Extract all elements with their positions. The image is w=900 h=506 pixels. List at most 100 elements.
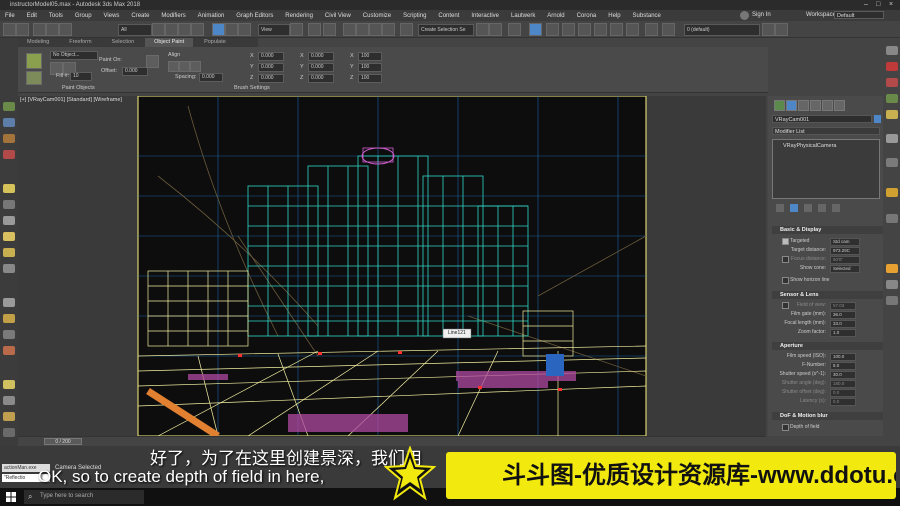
paint-object-dropdown[interactable]: No Object... xyxy=(50,51,98,60)
render-production-icon[interactable] xyxy=(645,23,658,36)
layer-icon[interactable] xyxy=(662,23,675,36)
pivot-center-icon[interactable] xyxy=(290,23,303,36)
select-rotate-icon[interactable] xyxy=(225,23,238,36)
vray-proxy-export-icon[interactable] xyxy=(886,134,898,143)
window-crossing-icon[interactable] xyxy=(191,23,204,36)
rollout-sensor-lens[interactable]: Sensor & Lens xyxy=(772,291,886,299)
modifier-list-dropdown[interactable]: Modifier List xyxy=(772,127,880,135)
viewport-label[interactable]: [+] [VRayCam001] [Standard] [Wireframe] xyxy=(20,97,122,103)
vray-sphere-icon[interactable] xyxy=(886,188,898,197)
film-gate-input[interactable]: 36.0 xyxy=(830,311,856,319)
align-icon[interactable] xyxy=(489,23,502,36)
create-sphere-icon[interactable] xyxy=(3,118,15,127)
close-icon[interactable]: × xyxy=(889,0,893,10)
depth-of-field-checkbox[interactable] xyxy=(782,424,789,431)
spacing-input[interactable]: 0.000 xyxy=(199,73,223,82)
paint-brush-icon[interactable] xyxy=(26,53,42,69)
link-icon[interactable] xyxy=(33,23,46,36)
film-speed-input[interactable]: 100.0 xyxy=(830,353,856,361)
scale-y-input[interactable]: 100 xyxy=(358,63,382,72)
vray-sun-icon[interactable] xyxy=(886,110,898,119)
rotate-x-input[interactable]: 0.000 xyxy=(258,52,284,61)
vray-fur-icon[interactable] xyxy=(3,346,15,355)
omni-light-icon[interactable] xyxy=(3,248,15,257)
fov-input[interactable]: 57.03 xyxy=(830,302,856,310)
vray-toolbar-icon[interactable] xyxy=(886,46,898,55)
focal-length-input[interactable]: 33.0 xyxy=(830,320,856,328)
systems-icon[interactable] xyxy=(3,264,15,273)
snaps-toggle-icon[interactable] xyxy=(343,23,356,36)
create-tab-icon[interactable] xyxy=(774,100,785,111)
toggle-ribbon-icon[interactable] xyxy=(546,23,559,36)
vray-proxy-icon[interactable] xyxy=(3,330,15,339)
reference-coord-dropdown[interactable]: View xyxy=(258,24,290,36)
tab-object-paint[interactable]: Object Paint xyxy=(145,38,194,47)
select-object-icon[interactable] xyxy=(152,23,165,36)
tools-icon[interactable] xyxy=(886,296,898,305)
offset-input[interactable]: 0.000 xyxy=(122,67,148,76)
pin-stack-icon[interactable] xyxy=(776,204,784,212)
select-scale-icon[interactable] xyxy=(238,23,251,36)
render-icon[interactable] xyxy=(3,412,15,421)
display-tab-icon[interactable] xyxy=(822,100,833,111)
layer-manager-icon[interactable] xyxy=(775,23,788,36)
layer-dropdown[interactable]: 0 (default) xyxy=(684,24,760,36)
vray-frame-buffer-icon[interactable] xyxy=(886,78,898,87)
camera-type-dropdown[interactable]: Std cam xyxy=(830,238,860,246)
offset-x-input[interactable]: 0.000 xyxy=(308,52,334,61)
railclone-icon[interactable] xyxy=(886,280,898,289)
select-move-icon[interactable] xyxy=(212,23,225,36)
create-box-icon[interactable] xyxy=(3,102,15,111)
mirror-icon[interactable] xyxy=(476,23,489,36)
modify-tab-icon[interactable] xyxy=(786,100,797,111)
schematic-view-icon[interactable] xyxy=(578,23,591,36)
latency-input[interactable]: 0.0 xyxy=(830,398,856,406)
remove-modifier-icon[interactable] xyxy=(818,204,826,212)
frame-buffer-icon[interactable] xyxy=(3,428,15,437)
camera-icon[interactable] xyxy=(3,200,15,209)
tab-freeform[interactable]: Freeform xyxy=(60,38,100,47)
redo-icon[interactable] xyxy=(16,23,29,36)
fnumber-input[interactable]: 8.0 xyxy=(830,362,856,370)
curve-editor-icon[interactable] xyxy=(562,23,575,36)
targeted-checkbox[interactable] xyxy=(782,238,789,245)
utilities-tab-icon[interactable] xyxy=(834,100,845,111)
unlink-icon[interactable] xyxy=(46,23,59,36)
selection-filter-dropdown[interactable]: All xyxy=(118,24,152,36)
rendered-frame-window-icon[interactable] xyxy=(626,23,639,36)
paint-on-grid-icon[interactable] xyxy=(146,55,159,68)
rollout-dof-motion-blur[interactable]: DoF & Motion blur xyxy=(772,412,886,420)
minimize-icon[interactable]: – xyxy=(864,0,868,10)
scale-x-input[interactable]: 100 xyxy=(358,52,382,61)
spacewarp-icon[interactable] xyxy=(3,298,15,307)
align-z-icon[interactable] xyxy=(190,61,201,72)
light-icon[interactable] xyxy=(3,184,15,193)
vray-material-icon[interactable] xyxy=(886,94,898,103)
modifier-stack[interactable]: VRayPhysicalCamera xyxy=(772,139,880,199)
sign-in-link[interactable]: Sign In xyxy=(752,10,771,21)
vray-render-icon[interactable] xyxy=(886,62,898,71)
rect-region-icon[interactable] xyxy=(178,23,191,36)
tab-selection[interactable]: Selection xyxy=(103,38,144,47)
focus-distance-checkbox[interactable] xyxy=(782,256,789,263)
target-distance-input[interactable]: 973.29C xyxy=(830,247,860,255)
settings-icon[interactable] xyxy=(3,396,15,405)
rotate-z-input[interactable]: 0.000 xyxy=(258,74,284,83)
offset-z-input[interactable]: 0.000 xyxy=(308,74,334,83)
rollout-basic-display[interactable]: Basic & Display xyxy=(772,226,886,234)
show-cone-dropdown[interactable]: Selected xyxy=(830,265,860,273)
create-cylinder-icon[interactable] xyxy=(3,134,15,143)
edit-named-selection-icon[interactable] xyxy=(400,23,413,36)
viewport[interactable]: Line121 xyxy=(18,96,766,436)
motion-tab-icon[interactable] xyxy=(810,100,821,111)
shutter-offset-input[interactable]: 0.0 xyxy=(830,389,856,397)
make-unique-icon[interactable] xyxy=(804,204,812,212)
vray-light-icon[interactable] xyxy=(3,314,15,323)
hierarchy-tab-icon[interactable] xyxy=(798,100,809,111)
fov-checkbox[interactable] xyxy=(782,302,789,309)
helper-icon[interactable] xyxy=(3,216,15,225)
tab-populate[interactable]: Populate xyxy=(195,38,235,47)
select-manipulate-icon[interactable] xyxy=(308,23,321,36)
create-plane-icon[interactable] xyxy=(3,150,15,159)
material-editor-icon[interactable] xyxy=(594,23,607,36)
